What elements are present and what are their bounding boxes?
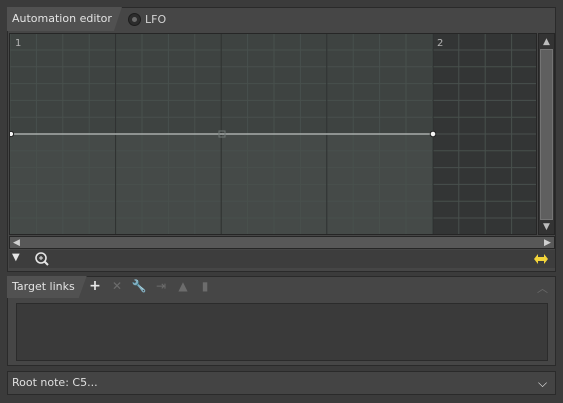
chevron-right-icon[interactable]: ▶ (541, 236, 554, 249)
target-links-toolbar: + ✕ 🔧 ⇥ ▲ ▮ (88, 278, 212, 294)
horizontal-scrollbar[interactable]: ◀ ▶ (9, 236, 555, 249)
wrench-icon[interactable]: 🔧 (132, 279, 147, 293)
lfo-label: LFO (145, 13, 167, 26)
chevron-down-icon[interactable]: ⌵ (538, 376, 547, 391)
stamp-icon[interactable]: ▲ (176, 279, 190, 293)
zoom-icon[interactable] (34, 251, 50, 270)
triangle-down-icon[interactable]: ▼ (12, 252, 20, 263)
target-links-list[interactable] (16, 303, 548, 361)
target-links-tab[interactable]: Target links (7, 276, 87, 298)
chevron-down-icon[interactable]: ▼ (540, 220, 553, 233)
bar-marker: 2 (437, 38, 444, 49)
remove-icon[interactable]: ✕ (110, 279, 124, 293)
chevron-up-icon[interactable]: ▲ (540, 35, 553, 48)
add-icon[interactable]: + (88, 278, 102, 294)
automation-point[interactable] (10, 130, 15, 138)
vertical-scrollbar[interactable]: ▲ ▼ (538, 33, 555, 235)
lfo-option[interactable]: LFO (128, 10, 166, 29)
link-in-icon[interactable]: ⇥ (154, 279, 168, 293)
fit-horizontal-icon[interactable] (533, 252, 549, 269)
chevron-up-icon[interactable]: ︿ (537, 280, 548, 296)
vertical-scroll-thumb[interactable] (540, 49, 553, 220)
automation-grid-canvas[interactable] (10, 34, 537, 235)
automation-toolbar: ▼ (9, 250, 555, 268)
automation-grid[interactable]: 1 2 (9, 33, 537, 235)
automation-point[interactable] (429, 130, 437, 138)
root-note-label: Root note: C5... (12, 376, 98, 389)
automation-editor-tab[interactable]: Automation editor (7, 7, 122, 31)
chevron-left-icon[interactable]: ◀ (10, 236, 23, 249)
levels-icon[interactable]: ▮ (198, 279, 212, 293)
lfo-radio-icon[interactable] (128, 13, 141, 26)
bar-marker: 1 (15, 38, 22, 49)
